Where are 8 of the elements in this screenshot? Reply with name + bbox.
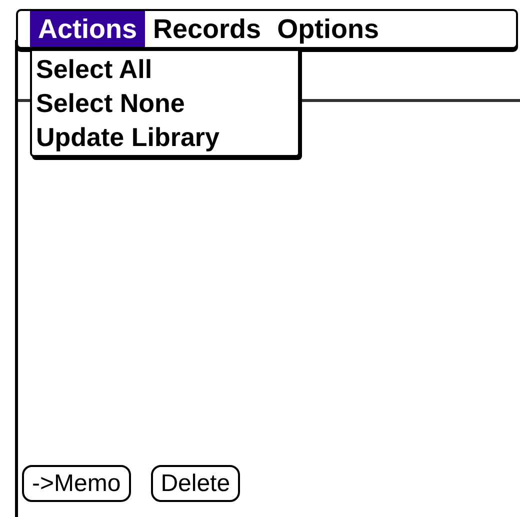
action-button[interactable]: ->Memo [22, 465, 131, 502]
menu-title[interactable]: Actions [30, 11, 146, 47]
menu-title[interactable]: Records [145, 11, 270, 47]
menu-title[interactable]: Options [269, 11, 388, 47]
menu-item[interactable]: Select All [36, 52, 298, 86]
action-button[interactable]: Delete [150, 465, 240, 502]
menu-item[interactable]: Update Library [36, 120, 298, 154]
menu-item[interactable]: Select None [36, 86, 298, 120]
